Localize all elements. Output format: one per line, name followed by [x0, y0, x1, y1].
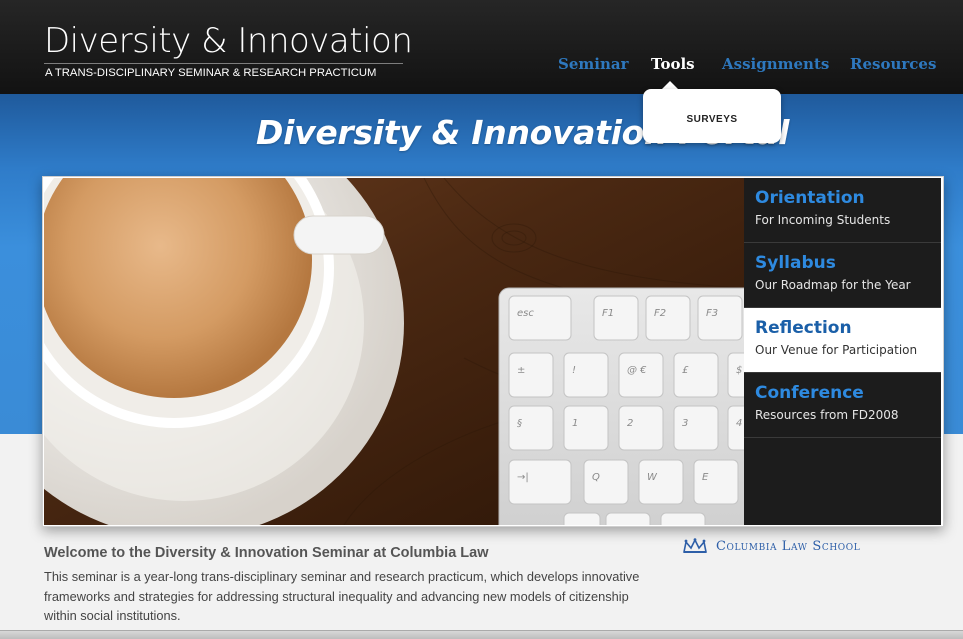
- site-header: Diversity & Innovation A TRANS-DISCIPLIN…: [0, 0, 963, 94]
- keyboard-key-label: 1: [572, 418, 578, 429]
- welcome-heading: Welcome to the Diversity & Innovation Se…: [44, 545, 489, 561]
- keyboard-key: [508, 352, 554, 398]
- keyboard-key: [593, 295, 639, 341]
- keyboard-key: [673, 405, 719, 451]
- keyboard-key: [645, 295, 691, 341]
- keyboard-key-label: 2: [627, 418, 633, 429]
- keyboard-key-label: §: [517, 418, 522, 429]
- keyboard-key-label: ±: [517, 365, 525, 376]
- keyboard-key-label: esc: [517, 308, 534, 319]
- coffee-keyboard-photo: escF1F2F3±§!1@ €2£3$4→|QWEAS~: [44, 178, 744, 525]
- keyboard-key-label: F1: [602, 308, 614, 319]
- keyboard-key-label: @ €: [627, 365, 647, 376]
- keyboard-key-label: !: [572, 365, 576, 376]
- slider-item-reflection[interactable]: Reflection Our Venue for Participation: [744, 308, 941, 373]
- columbia-law-school-name: Columbia Law School: [716, 538, 861, 554]
- slider-item-title: Conference: [755, 383, 864, 403]
- columbia-law-logo[interactable]: Columbia Law School: [682, 536, 860, 556]
- slider-item-conference[interactable]: Conference Resources from FD2008: [744, 373, 941, 438]
- slider-item-subtitle: Resources from FD2008: [755, 408, 899, 422]
- keyboard-key-label: £: [682, 365, 689, 376]
- logo-subtitle: A TRANS-DISCIPLINARY SEMINAR & RESEARCH …: [45, 67, 377, 79]
- keyboard-key: [605, 512, 651, 525]
- slider-item-title: Syllabus: [755, 253, 836, 273]
- nav-seminar[interactable]: Seminar: [558, 54, 628, 74]
- feature-slider: escF1F2F3±§!1@ €2£3$4→|QWEAS~ Orientatio…: [42, 176, 944, 527]
- keyboard-key: [618, 405, 664, 451]
- keyboard-key-label: F3: [706, 308, 718, 319]
- keyboard-key: [660, 512, 706, 525]
- nav-tools[interactable]: Tools: [651, 54, 695, 74]
- keyboard-key-label: 4: [736, 418, 742, 429]
- keyboard-key: [508, 405, 554, 451]
- keyboard-key-label: W: [647, 472, 658, 483]
- welcome-body: This seminar is a year-long trans-discip…: [44, 569, 640, 623]
- crown-icon: [683, 538, 707, 553]
- slider-item-orientation[interactable]: Orientation For Incoming Students: [744, 178, 941, 243]
- keyboard-key-label: →|: [517, 472, 529, 483]
- slider-item-syllabus[interactable]: Syllabus Our Roadmap for the Year: [744, 243, 941, 308]
- keyboard-key: [638, 459, 684, 505]
- keyboard-key: [697, 295, 743, 341]
- logo-title[interactable]: Diversity & Innovation: [44, 21, 413, 61]
- keyboard-key: [563, 405, 609, 451]
- slider-item-subtitle: Our Roadmap for the Year: [755, 278, 911, 292]
- slider-item-subtitle: For Incoming Students: [755, 213, 891, 227]
- slider-item-title: Reflection: [755, 318, 852, 338]
- keyboard-key-label: $: [736, 365, 742, 376]
- keyboard-key-label: 3: [682, 418, 688, 429]
- slider-nav: Orientation For Incoming Students Syllab…: [744, 178, 941, 525]
- feature-image[interactable]: escF1F2F3±§!1@ €2£3$4→|QWEAS~: [44, 178, 744, 525]
- keyboard-key-label: F2: [654, 308, 666, 319]
- tools-dropdown: SURVEYS: [643, 89, 781, 143]
- keyboard-key-label: E: [702, 472, 709, 483]
- keyboard-key: [583, 459, 629, 505]
- keyboard-key: [673, 352, 719, 398]
- dropdown-item-surveys[interactable]: SURVEYS: [643, 114, 781, 125]
- keyboard-key: [693, 459, 739, 505]
- slider-item-title: Orientation: [755, 188, 865, 208]
- keyboard-key: [563, 352, 609, 398]
- slider-item-subtitle: Our Venue for Participation: [755, 343, 918, 357]
- nav-resources[interactable]: Resources: [850, 54, 936, 74]
- nav-assignments[interactable]: Assignments: [722, 54, 829, 74]
- keyboard-key-label: Q: [592, 472, 600, 483]
- keyboard-key: [563, 512, 601, 525]
- logo-divider: [44, 63, 403, 64]
